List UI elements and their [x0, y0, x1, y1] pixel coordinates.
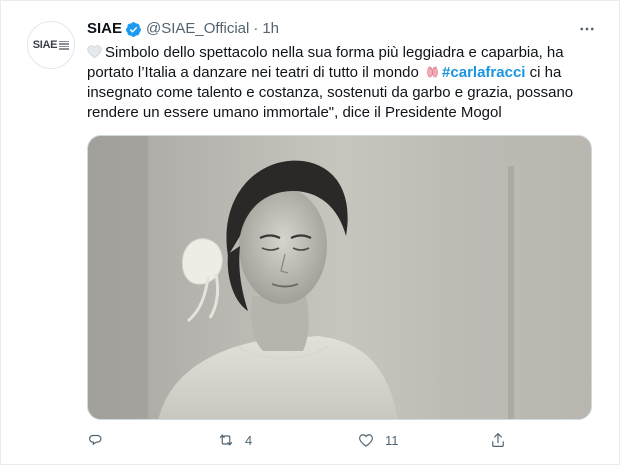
header-separator: ·: [253, 20, 259, 37]
more-options-icon[interactable]: [577, 19, 597, 39]
retweet-icon: [219, 434, 233, 446]
tweet-media-photo[interactable]: [87, 135, 592, 420]
tweet-actions: 4 11: [87, 431, 517, 451]
avatar-logo-lines: [59, 40, 70, 50]
avatar-logo-text: SIAE: [32, 39, 58, 51]
avatar[interactable]: SIAE: [27, 21, 75, 69]
tweet-timestamp[interactable]: 1h: [262, 19, 279, 39]
verified-badge-icon: [126, 21, 141, 37]
reply-button[interactable]: [87, 431, 115, 449]
tweet-header: SIAE @SIAE_Official · 1h: [87, 19, 279, 39]
share-icon: [492, 433, 504, 447]
share-button[interactable]: [489, 431, 517, 449]
author-handle[interactable]: @SIAE_Official: [146, 19, 249, 39]
tweet-card[interactable]: SIAE SIAE @SIAE_Official · 1h Simbolo de…: [0, 0, 620, 465]
tweet-text: Simbolo dello spettacolo nella sua forma…: [87, 43, 597, 123]
retweet-count: 4: [245, 432, 253, 448]
white-heart-emoji-icon: [87, 45, 102, 58]
photo-illustration: [88, 136, 591, 419]
author-name[interactable]: SIAE: [87, 19, 122, 39]
ballet-shoes-emoji-icon: [427, 66, 438, 78]
like-count: 11: [385, 432, 399, 448]
hashtag-link[interactable]: #carlafracci: [442, 64, 525, 81]
reply-icon: [89, 434, 102, 446]
retweet-button[interactable]: 4: [217, 431, 252, 449]
like-button[interactable]: 11: [357, 431, 399, 449]
like-heart-icon: [359, 434, 373, 447]
